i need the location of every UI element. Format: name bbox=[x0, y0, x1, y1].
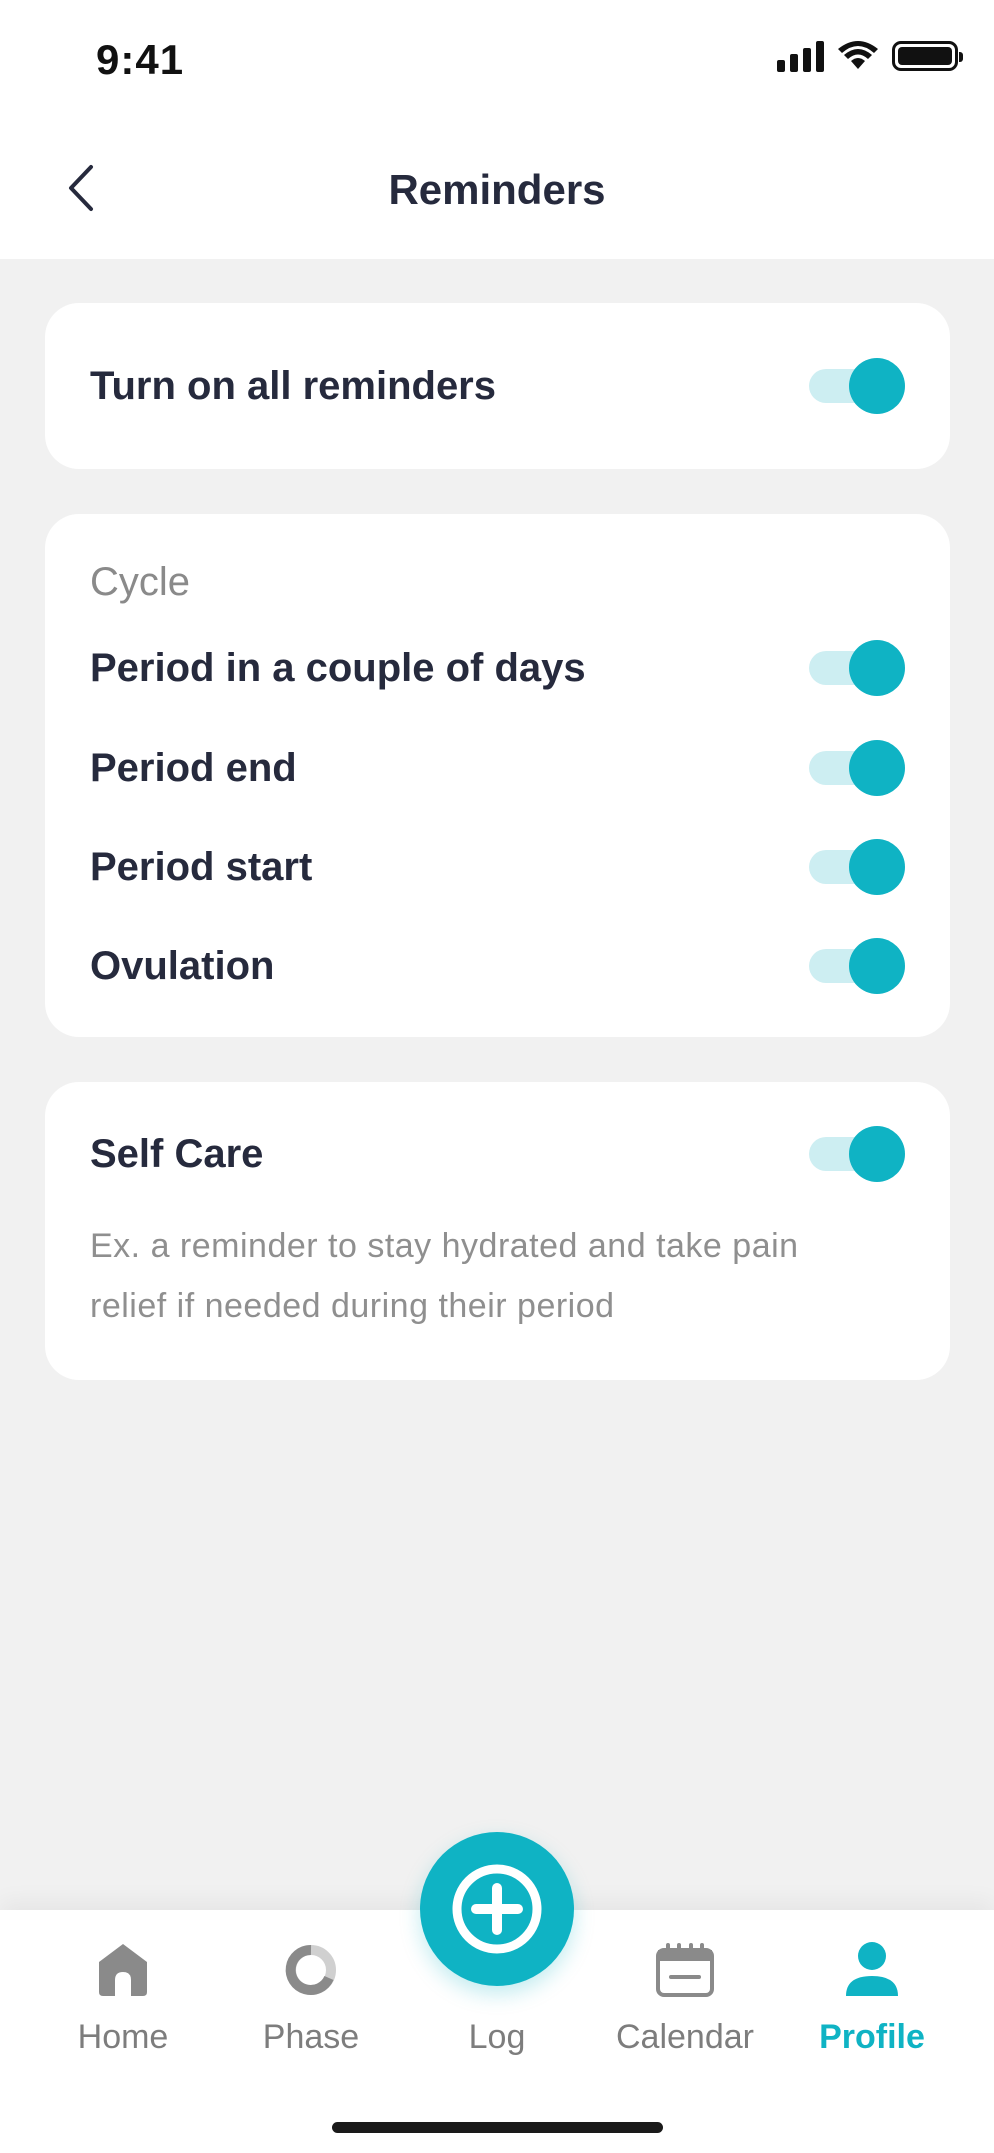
all-reminders-row: Turn on all reminders bbox=[90, 358, 905, 414]
top-header-area: 9:41 Reminders bbox=[0, 0, 994, 259]
cycle-row-period-start: Period start bbox=[90, 839, 905, 895]
cycle-item-label: Ovulation bbox=[90, 943, 275, 988]
self-care-row: Self Care bbox=[90, 1126, 905, 1182]
profile-icon bbox=[842, 1940, 902, 2000]
tab-phase[interactable]: Phase bbox=[216, 1910, 406, 2100]
self-care-toggle[interactable] bbox=[809, 1126, 905, 1182]
status-time: 9:41 bbox=[96, 36, 185, 83]
tab-label: Calendar bbox=[616, 2018, 754, 2056]
period-end-toggle[interactable] bbox=[809, 740, 905, 796]
log-add-button[interactable] bbox=[420, 1832, 574, 1986]
self-care-card: Self Care Ex. a reminder to stay hydrate… bbox=[45, 1082, 950, 1380]
status-icons bbox=[777, 40, 963, 72]
wifi-icon bbox=[838, 41, 878, 69]
home-icon bbox=[93, 1940, 153, 2000]
cycle-item-label: Period end bbox=[90, 745, 297, 790]
tab-profile[interactable]: Profile bbox=[777, 1910, 967, 2100]
phase-icon bbox=[281, 1940, 341, 2000]
home-indicator bbox=[332, 2122, 663, 2133]
tab-home[interactable]: Home bbox=[28, 1910, 218, 2100]
tab-label: Phase bbox=[262, 2018, 360, 2056]
plus-circle-icon bbox=[452, 1864, 542, 1954]
period-start-toggle[interactable] bbox=[809, 839, 905, 895]
ovulation-toggle[interactable] bbox=[809, 938, 905, 994]
tab-label: Log bbox=[468, 2018, 526, 2056]
self-care-label: Self Care bbox=[90, 1131, 264, 1176]
cycle-item-label: Period start bbox=[90, 844, 313, 889]
self-care-description: Ex. a reminder to stay hydrated and take… bbox=[90, 1227, 799, 1325]
tab-label: Profile bbox=[819, 2018, 925, 2056]
all-reminders-toggle[interactable] bbox=[809, 358, 905, 414]
all-reminders-label: Turn on all reminders bbox=[90, 363, 496, 408]
tab-calendar[interactable]: Calendar bbox=[590, 1910, 780, 2100]
cycle-row-period-end: Period end bbox=[90, 740, 905, 796]
period-soon-toggle[interactable] bbox=[809, 640, 905, 696]
cycle-row-period-soon: Period in a couple of days bbox=[90, 640, 905, 696]
battery-icon bbox=[892, 41, 963, 71]
cycle-section-title: Cycle bbox=[90, 560, 191, 604]
cellular-signal-icon bbox=[777, 40, 824, 72]
cycle-card: Cycle Period in a couple of days Period … bbox=[45, 514, 950, 1037]
cycle-item-label: Period in a couple of days bbox=[90, 645, 586, 690]
page-title: Reminders bbox=[388, 166, 606, 213]
cycle-row-ovulation: Ovulation bbox=[90, 938, 905, 994]
reminders-screen: 9:41 Reminders Turn on all reminders Cyc… bbox=[0, 0, 994, 2153]
calendar-icon bbox=[655, 1940, 715, 2000]
all-reminders-card: Turn on all reminders bbox=[45, 303, 950, 469]
tab-label: Home bbox=[77, 2018, 169, 2056]
